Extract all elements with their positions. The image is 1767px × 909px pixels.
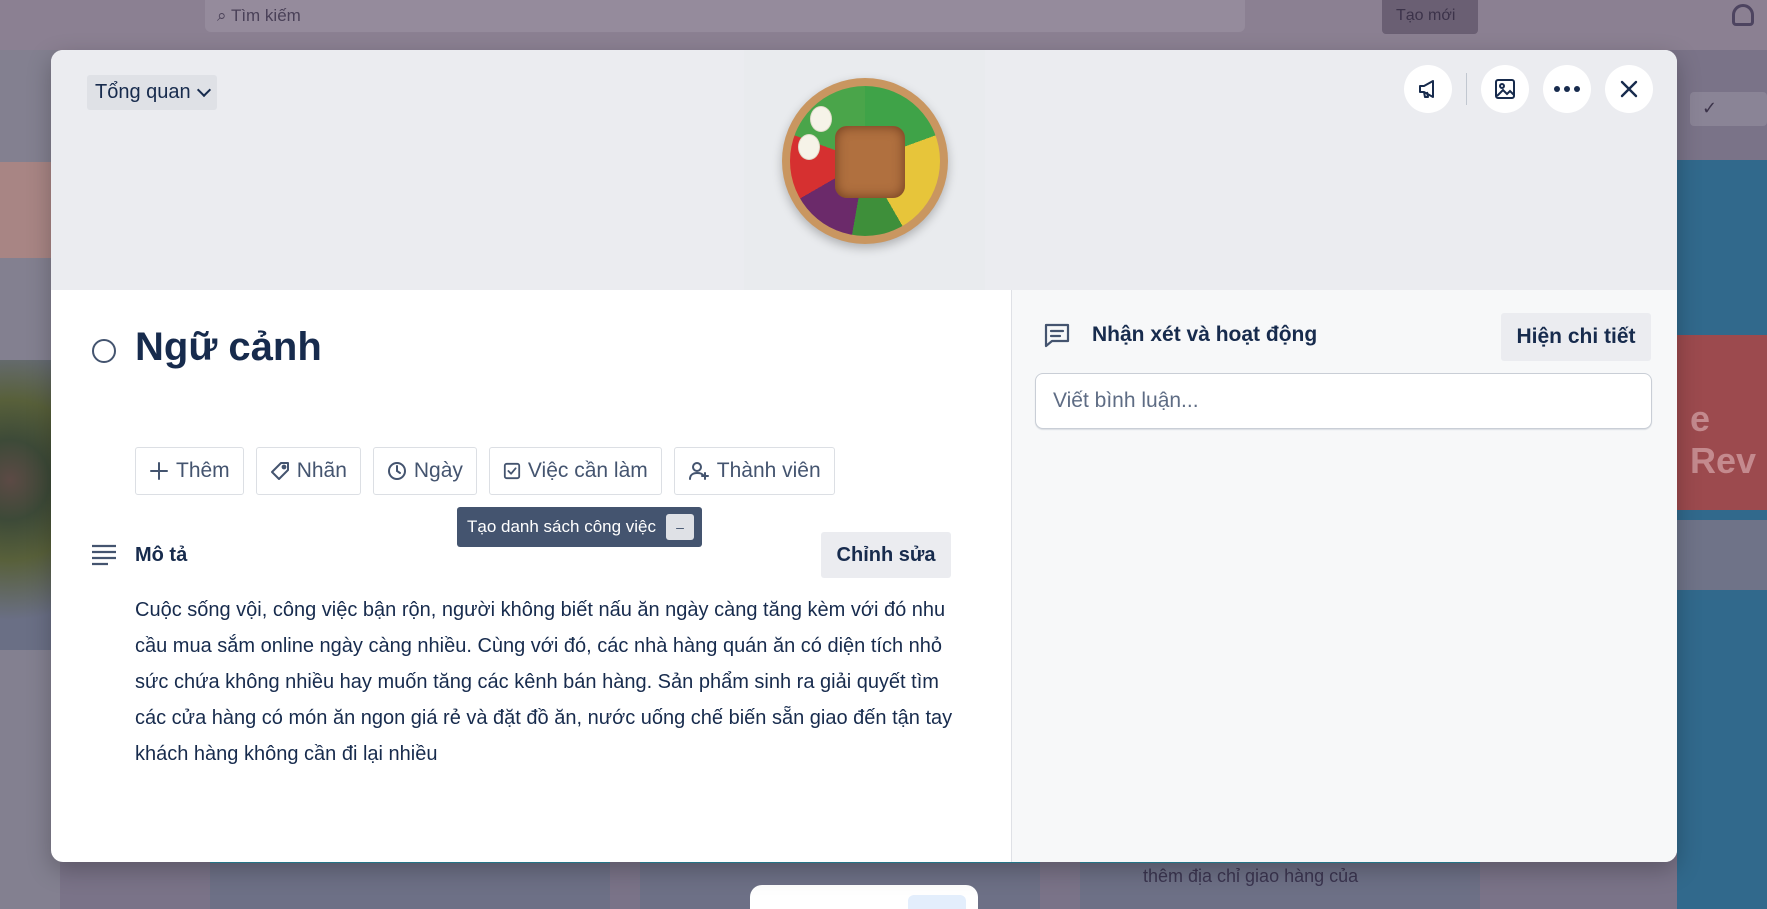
members-button[interactable]: Thành viên: [673, 447, 835, 495]
notification-icon: [1732, 4, 1754, 26]
checklist-tooltip: Tạo danh sách công việc –: [457, 507, 703, 547]
salad-bowl-image: [782, 78, 948, 244]
announce-button[interactable]: [1404, 65, 1452, 113]
description-label: Mô tả: [135, 544, 188, 566]
view-dropdown-label: Tổng quan: [95, 81, 191, 103]
members-button-label: Thành viên: [716, 459, 821, 482]
comment-input[interactable]: [1035, 373, 1652, 429]
checklist-button[interactable]: Việc cần làm: [488, 447, 662, 495]
dates-button[interactable]: Ngày: [372, 447, 477, 495]
board-card-text: thêm địa chỉ giao hàng của: [1143, 866, 1359, 886]
description-icon: [92, 544, 116, 566]
cover-actions: [1404, 65, 1653, 113]
global-search: ⌕ Tìm kiếm: [205, 0, 1245, 32]
activity-column: Nhận xét và hoạt động Hiện chi tiết: [1011, 290, 1677, 862]
checkbox-icon: [503, 462, 521, 480]
view-dropdown[interactable]: Tổng quan: [87, 75, 217, 110]
comments-label: Nhận xét và hoạt động: [1092, 323, 1318, 346]
card-action-row: Thêm Nhãn Ngày Việc cần làm Thành viên: [135, 447, 835, 495]
tag-icon: [270, 462, 289, 480]
cover-button[interactable]: [1481, 65, 1529, 113]
more-button[interactable]: [1543, 65, 1591, 113]
board-list: [210, 860, 610, 909]
close-button[interactable]: [1605, 65, 1653, 113]
user-add-icon: [688, 462, 709, 480]
tooltip-text: Tạo danh sách công việc: [467, 517, 657, 536]
megaphone-icon: [1419, 80, 1434, 98]
complete-toggle[interactable]: [92, 339, 116, 363]
labels-button-label: Nhãn: [296, 459, 347, 482]
clock-icon: [387, 462, 406, 480]
dates-button-label: Ngày: [413, 459, 463, 482]
image-icon: [1495, 79, 1515, 99]
comment-icon: [1044, 323, 1070, 348]
board-card-cover: [0, 360, 55, 650]
board-card-red-text: e Rev: [1690, 398, 1757, 481]
divider: [1466, 73, 1467, 105]
chevron-down-icon: [196, 82, 211, 98]
create-button: Tạo mới: [1382, 0, 1478, 34]
board-bottom-bar-button: [908, 895, 966, 909]
show-details-button[interactable]: Hiện chi tiết: [1501, 313, 1651, 361]
close-icon: [1620, 80, 1638, 98]
global-search-placeholder: Tìm kiếm: [230, 6, 301, 25]
tooltip-shortcut: –: [666, 514, 695, 540]
checklist-button-label: Việc cần làm: [527, 459, 648, 482]
card-cover: Tổng quan: [51, 50, 1677, 290]
description-text[interactable]: Cuộc sống vội, công việc bận rộn, người …: [135, 592, 955, 772]
board-check-button: ✓: [1690, 92, 1767, 126]
card-detail-modal: Tổng quan Ngữ cảnh Thêm Nhãn Ngày Việc c…: [51, 50, 1677, 862]
card-title[interactable]: Ngữ cảnh: [135, 325, 322, 370]
edit-description-button[interactable]: Chỉnh sửa: [821, 532, 951, 578]
cover-image: [744, 50, 985, 290]
plus-icon: [150, 462, 168, 480]
add-button-label: Thêm: [176, 459, 230, 482]
labels-button[interactable]: Nhãn: [255, 447, 361, 495]
card-main-column: Ngữ cảnh Thêm Nhãn Ngày Việc cần làm Thà…: [51, 290, 1011, 862]
more-horizontal-icon: [1554, 86, 1580, 92]
add-button[interactable]: Thêm: [135, 447, 244, 495]
board-card: [1677, 520, 1767, 590]
